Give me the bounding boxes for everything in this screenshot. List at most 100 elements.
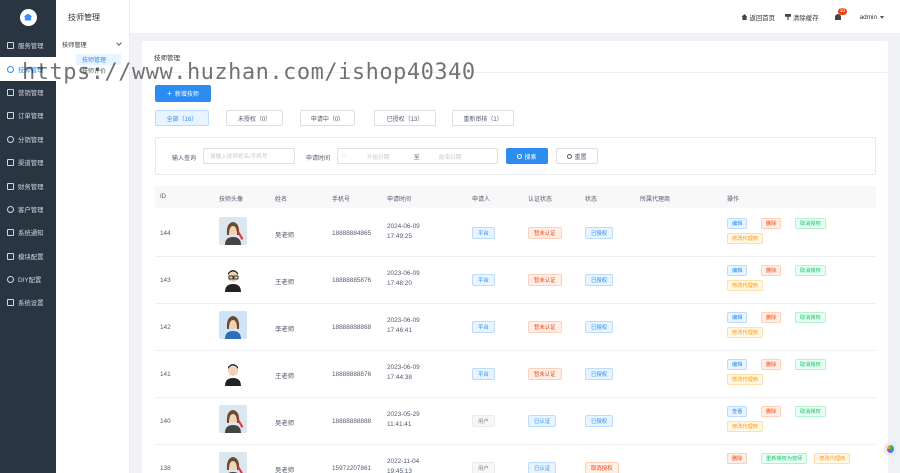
cell-name: 吴老师 [275,467,295,473]
plus-icon: + [167,88,172,98]
channel-icon [7,159,14,167]
row-action-button[interactable]: 删除 [727,453,748,464]
cell-id: 142 [160,324,171,331]
row-action-button[interactable]: 编辑 [727,265,748,276]
row-action-button[interactable]: 查看 [727,406,748,417]
floating-helper-button[interactable] [884,442,896,456]
end-date-placeholder: 结束日期 [439,155,462,161]
row-action-button[interactable]: 重新授权为技师 [761,453,808,464]
notification-bell[interactable]: 10 [834,7,848,21]
row-action-button[interactable]: 编辑 [727,218,748,229]
sidebar-item-label: 技师管理 [18,66,44,74]
row-action-button[interactable]: 修改代理商 [727,280,763,291]
sidebar-item-0[interactable]: 服务管理 [0,34,56,57]
customer-icon [7,205,14,213]
cell-name: 吴老师 [275,420,295,427]
query-input[interactable]: 请输入技师姓名/手机号 [203,148,295,164]
sidebar-item-3[interactable]: 订单管理 [0,104,56,127]
row-action-button[interactable]: 取消授权 [795,406,826,417]
bell-icon [7,229,14,237]
table-row: 142 李老师 18888888868 2023-06-09 17:46:41 平台 暂未认… [155,304,876,351]
reset-button[interactable]: 重置 [556,148,598,164]
status-tag: 已授权 [585,415,614,427]
cell-apply-time: 17:48:20 [387,280,412,287]
module-icon [7,252,14,260]
sidebar-item-label: 订单管理 [18,113,44,121]
row-action-button[interactable]: 修改代理商 [727,374,763,385]
sidebar-item-8[interactable]: 系统通知 [0,221,56,244]
filter-bar: 输入查询 请输入技师姓名/手机号 申请时间 □ 开始日期 至 结束日期 搜索 重… [155,137,876,175]
sidebar-item-10[interactable]: DIY配置 [0,268,56,291]
technician-avatar [219,311,247,339]
tab-0[interactable]: 全部（16） [155,110,209,126]
megaphone-icon [7,88,14,96]
sidebar-item-9[interactable]: 模块配置 [0,245,56,268]
submenu-item-technician-manage[interactable]: 技师管理 [76,54,121,65]
clear-cache-label: 清除缓存 [793,14,819,22]
cell-apply-time: 17:46:41 [387,327,412,334]
settings-icon [7,299,14,307]
tab-4[interactable]: 重新审核（1） [452,110,514,126]
sidebar-item-4[interactable]: 分销管理 [0,128,56,151]
row-action-button[interactable]: 删除 [761,406,782,417]
table-row: 138 吴老师 15972207861 2022-11-04 19:45:13 用户 已认证… [155,445,876,473]
back-home-label: 返回首页 [749,14,776,22]
sub-menu-panel: 技师管理 技师管理 技师管理 技师评价 [56,0,130,473]
row-action-button[interactable]: 修改代理商 [727,327,763,338]
user-menu[interactable]: admin [860,14,884,21]
sidebar-item-7[interactable]: 客户管理 [0,198,56,221]
row-action-button[interactable]: 取消授权 [795,359,826,370]
sidebar-menu: 服务管理技师管理营销管理订单管理分销管理渠道管理 财务管理 客户管理 系统通知 模块配置… [0,34,56,315]
row-action-button[interactable]: 修改代理商 [814,453,851,464]
sidebar-item-11[interactable]: 系统设置 [0,291,56,314]
row-action-button[interactable]: 删除 [761,359,782,370]
submenu-group-technician[interactable]: 技师管理 [56,34,129,54]
status-tag: 已授权 [585,227,614,239]
sidebar-item-5[interactable]: 渠道管理 [0,151,56,174]
brush-icon [785,14,792,20]
cell-name: 王老师 [275,373,295,380]
submenu-item-technician-review[interactable]: 技师评价 [56,65,129,76]
row-action-button[interactable]: 删除 [761,312,782,323]
sidebar-item-label: 分销管理 [18,136,44,144]
auth-status-tag: 已认证 [528,462,557,473]
diy-icon [7,276,14,284]
table-row: 141 王老师 18888888876 2023-06-09 17:44:38 平台 暂未认… [155,351,876,398]
cell-phone: 18888888868 [332,324,372,331]
row-action-button[interactable]: 修改代理商 [727,421,763,432]
cell-apply-date: 2023-06-09 [387,317,420,324]
auth-status-tag: 暂未认证 [528,321,562,333]
row-action-button[interactable]: 编辑 [727,359,748,370]
sidebar-item-label: 服务管理 [18,43,44,51]
column-header: 手机号 [332,197,351,203]
home-icon [741,14,748,20]
auth-status-tag: 暂未认证 [528,227,562,239]
column-header: 操作 [727,197,740,203]
search-button[interactable]: 搜索 [506,148,548,164]
cell-id: 141 [160,371,171,378]
back-home-link[interactable]: 返回首页 [741,13,775,22]
row-action-button[interactable]: 取消授权 [795,218,826,229]
add-technician-button[interactable]: + 新增技师 [155,85,211,102]
sidebar-item-2[interactable]: 营销管理 [0,81,56,104]
row-action-button[interactable]: 删除 [761,265,782,276]
row-action-button[interactable]: 编辑 [727,312,748,323]
tab-2[interactable]: 申请中（0） [300,110,355,126]
clear-cache-link[interactable]: 清除缓存 [785,13,819,22]
row-action-button[interactable]: 修改代理商 [727,233,763,244]
tab-1[interactable]: 未授权（0） [226,110,283,126]
column-header: 技师头像 [219,197,244,203]
sidebar-item-6[interactable]: 财务管理 [0,174,56,197]
row-action-button[interactable]: 取消授权 [795,265,826,276]
cell-name: 李老师 [275,326,295,333]
column-header: 申请时间 [387,197,412,203]
sidebar-item-1[interactable]: 技师管理 [0,57,56,81]
row-action-button[interactable]: 取消授权 [795,312,826,323]
auth-status-tag: 暂未认证 [528,274,562,286]
cell-name: 吴老师 [275,232,295,239]
date-range-picker[interactable]: □ 开始日期 至 结束日期 [337,148,498,164]
column-header: 申请人 [472,197,491,203]
app-logo[interactable] [0,0,56,34]
row-action-button[interactable]: 删除 [761,218,782,229]
tab-3[interactable]: 已授权（13） [374,110,436,126]
